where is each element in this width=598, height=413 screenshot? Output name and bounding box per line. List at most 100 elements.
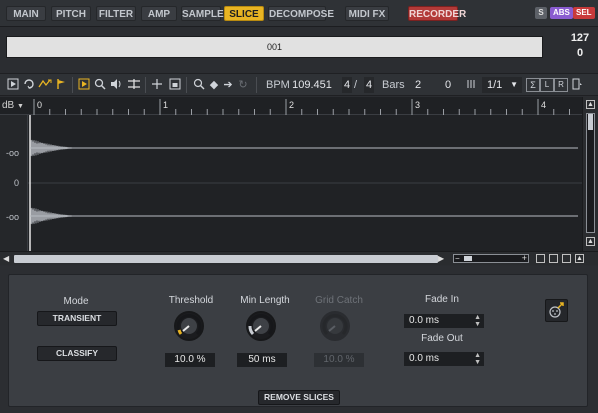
bpm-value[interactable]: 109.451 (290, 77, 334, 93)
view-mode-3-icon[interactable] (562, 254, 571, 263)
waveform-display[interactable] (0, 115, 582, 251)
timeline-ruler[interactable]: dB ▼ 0 1 2 3 4 (0, 97, 598, 115)
threshold-value[interactable]: 10.0 % (165, 353, 215, 367)
grid-catch-knob-arc (322, 314, 348, 336)
grid-catch-knob[interactable] (320, 311, 350, 341)
sigma-button[interactable]: Σ (526, 78, 540, 92)
signature-denominator[interactable]: 4 (364, 77, 374, 93)
view-mode-1-icon[interactable] (536, 254, 545, 263)
zoom-slider-handle[interactable] (464, 256, 472, 261)
zoom-slider[interactable]: − + (453, 253, 529, 263)
level-scale: -oo 0 -oo (0, 115, 28, 251)
marker-flag-icon[interactable] (54, 78, 68, 92)
grid-catch-label: Grid Catch (315, 295, 363, 306)
spinner-arrows-icon[interactable]: ▲ ▼ (474, 314, 481, 328)
tab-slice[interactable]: SLICE (224, 6, 264, 21)
scroll-left-icon[interactable]: ◀ (3, 254, 12, 263)
slice-settings-panel: Mode TRANSIENT CLASSIFY Threshold 10.0 %… (0, 266, 598, 413)
bpm-label: BPM (266, 79, 290, 91)
bar-marker-label: 1 (163, 100, 168, 110)
horizontal-scrollbar[interactable]: ◀ ▶ − + ▲ (0, 251, 598, 265)
threshold-knob[interactable] (174, 311, 204, 341)
channel-select-icon[interactable] (570, 78, 584, 92)
drag-export-icon[interactable] (545, 299, 568, 322)
play-icon[interactable] (6, 78, 20, 92)
right-channel-button[interactable]: R (554, 78, 568, 92)
grid-dropdown[interactable]: 1/1 ▼ (482, 77, 522, 93)
crosshair-icon[interactable] (150, 78, 164, 92)
grid-value: 1/1 (487, 79, 503, 91)
classify-button[interactable]: CLASSIFY (37, 346, 117, 361)
vertical-scrollbar[interactable]: ▲ ▲ (582, 97, 598, 251)
grid-catch-value: 10.0 % (314, 353, 364, 367)
chevron-down-icon: ▼ (510, 80, 518, 89)
level-label-top: -oo (6, 148, 20, 158)
view-mode-2-icon[interactable] (549, 254, 558, 263)
abs-button[interactable]: ABS (550, 7, 573, 19)
spinner-arrows-icon[interactable]: ▲ ▼ (474, 352, 481, 366)
vertical-scroll-thumb[interactable] (588, 114, 593, 130)
left-channel-button[interactable]: L (540, 78, 554, 92)
zoom-out-icon[interactable]: − (455, 254, 460, 263)
loop-icon[interactable] (22, 78, 36, 92)
bar-marker-label: 4 (541, 100, 546, 110)
threshold-label: Threshold (168, 295, 214, 306)
min-length-value[interactable]: 50 ms (237, 353, 287, 367)
grid-icon[interactable] (464, 78, 478, 92)
fade-out-label: Fade Out (421, 333, 463, 344)
slice-index-value[interactable]: 0 (568, 47, 592, 59)
bar-marker-label: 2 (289, 100, 294, 110)
tab-bar: MAIN PITCH FILTER AMP SAMPLE SLICE DECOM… (0, 0, 598, 27)
zoom-icon[interactable] (93, 78, 107, 92)
mode-transient-button[interactable]: TRANSIENT (37, 311, 117, 326)
tab-decompose[interactable]: DECOMPOSE (268, 6, 334, 21)
tab-amp[interactable]: AMP (141, 6, 177, 21)
tab-main[interactable]: MAIN (6, 6, 46, 21)
expand-icon[interactable]: ▲ (575, 254, 584, 263)
bar-marker-label: 0 (37, 100, 42, 110)
scroll-up-icon[interactable]: ▲ (586, 100, 595, 109)
trigger-icon[interactable] (38, 78, 52, 92)
chevron-down-icon: ▼ (17, 103, 24, 110)
fade-in-value: 0.0 ms (409, 315, 440, 326)
s-button[interactable]: S (535, 7, 547, 19)
horizontal-scroll-thumb[interactable] (14, 255, 438, 263)
tab-pitch[interactable]: PITCH (51, 6, 91, 21)
speaker-icon[interactable] (109, 78, 123, 92)
scroll-right-icon[interactable]: ▶ (438, 254, 447, 263)
bars-label: Bars (382, 79, 405, 91)
toolbar: ◆ ➔ ↻ BPM 109.451 4 / 4 Bars 2 0 1/1 ▼ Σ… (0, 73, 598, 96)
slice-name-field[interactable]: 001 (6, 36, 543, 58)
slice-split-icon[interactable] (127, 78, 141, 92)
tab-recorder[interactable]: RECORDER (408, 6, 466, 21)
play-selection-icon[interactable] (77, 78, 91, 92)
zoom-in-plus-icon[interactable]: + (522, 253, 527, 263)
fade-out-field[interactable]: 0.0 ms ▲ ▼ (404, 352, 484, 366)
offset-value[interactable]: 0 (438, 77, 458, 93)
min-length-label: Min Length (240, 295, 290, 306)
remove-slices-button[interactable]: REMOVE SLICES (258, 390, 340, 405)
tab-midi-fx[interactable]: MIDI FX (345, 6, 389, 21)
waveform-channel-2-transient (30, 207, 82, 225)
signature-separator: / (354, 79, 358, 91)
zoom-in-icon[interactable] (192, 78, 206, 92)
fade-out-value: 0.0 ms (409, 353, 440, 364)
fade-in-field[interactable]: 0.0 ms ▲ ▼ (404, 314, 484, 328)
sel-button[interactable]: SEL (573, 7, 595, 19)
fade-in-label: Fade In (425, 294, 459, 305)
bar-marker-label: 3 (415, 100, 420, 110)
mode-label: Mode (63, 296, 89, 307)
tab-filter[interactable]: FILTER (96, 6, 136, 21)
lock-icon[interactable] (168, 78, 182, 92)
scroll-down-icon[interactable]: ▲ (586, 237, 595, 246)
bars-value[interactable]: 2 (408, 77, 428, 93)
undo-icon[interactable]: ↻ (236, 78, 250, 92)
arrow-right-icon[interactable]: ➔ (221, 78, 235, 92)
signature-numerator[interactable]: 4 (342, 77, 352, 93)
velocity-value[interactable]: 127 (568, 32, 592, 44)
min-length-knob[interactable] (246, 311, 276, 341)
tab-sample[interactable]: SAMPLE (181, 6, 224, 21)
vertical-scroll-track[interactable] (586, 113, 595, 233)
arrow-left-icon[interactable]: ◆ (207, 78, 221, 92)
slice-settings-inner: Mode TRANSIENT CLASSIFY Threshold 10.0 %… (8, 274, 588, 407)
